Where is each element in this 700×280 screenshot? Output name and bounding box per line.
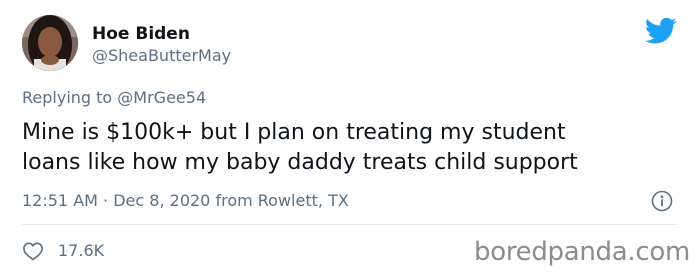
author-display-name[interactable]: Hoe Biden: [92, 24, 190, 44]
tweet-time[interactable]: 12:51 AM: [22, 191, 98, 210]
author-handle[interactable]: @SheaButterMay: [92, 46, 231, 66]
like-count: 17.6K: [58, 241, 105, 260]
avatar[interactable]: [22, 15, 78, 71]
tweet-text-line: Mine is $100k+ but I plan on treating my…: [22, 120, 566, 145]
reply-prefix: Replying to: [22, 88, 113, 107]
reply-context: Replying to @MrGee54: [22, 88, 206, 108]
tweet-location[interactable]: Rowlett, TX: [258, 191, 349, 210]
meta-separator: ·: [103, 191, 109, 210]
meta-from-label: from: [215, 191, 253, 210]
tweet-date[interactable]: Dec 8, 2020: [113, 191, 210, 210]
twitter-bird-icon[interactable]: [645, 17, 677, 45]
profile-photo: [22, 15, 78, 71]
heart-icon[interactable]: [22, 241, 44, 261]
info-icon[interactable]: [651, 190, 673, 212]
reply-mention-link[interactable]: @MrGee54: [117, 88, 206, 107]
tweet-meta: 12:51 AM · Dec 8, 2020 from Rowlett, TX: [22, 191, 349, 211]
watermark: boredpanda.com: [474, 237, 690, 267]
tweet-text-line: loans like how my baby daddy treats chil…: [22, 150, 578, 175]
divider: [22, 224, 678, 225]
tweet-text: Mine is $100k+ but I plan on treating my…: [22, 118, 682, 178]
tweet-card: Hoe Biden @SheaButterMay Replying to @Mr…: [0, 0, 700, 280]
